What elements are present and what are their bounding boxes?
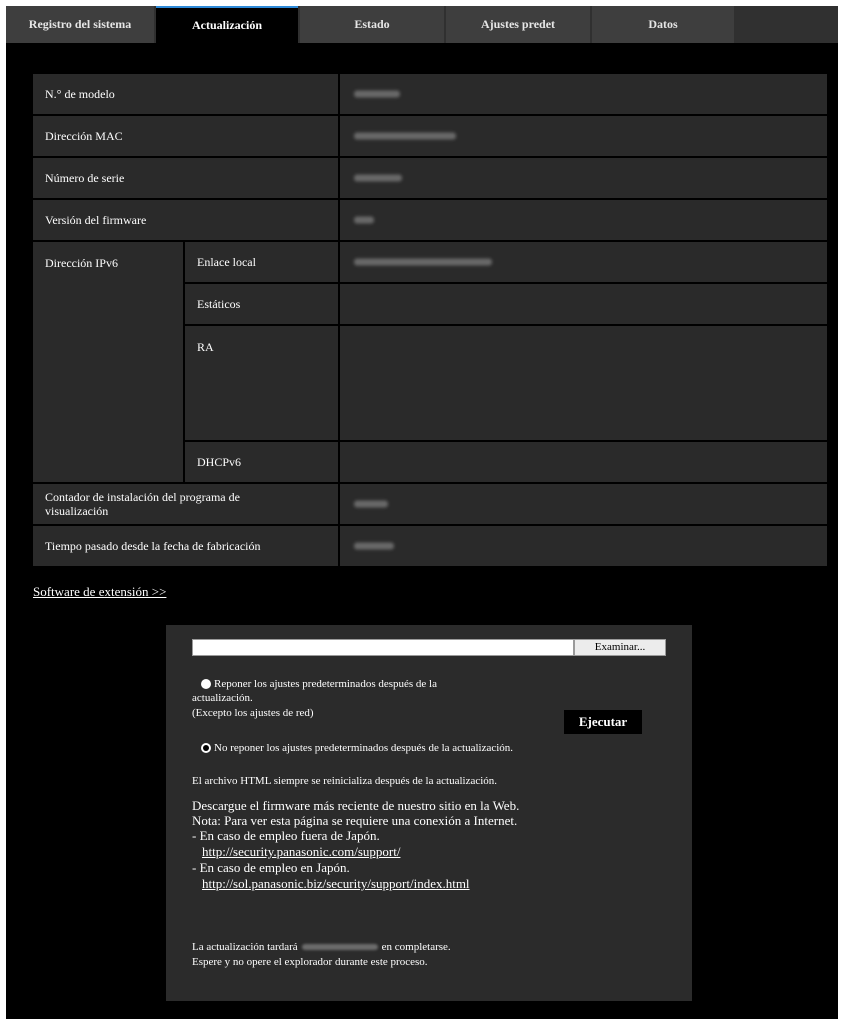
- wait-note: Espere y no opere el explorador durante …: [192, 956, 428, 968]
- reset-option-line1: Reponer los ajustes predeterminados desp…: [214, 678, 437, 690]
- reset-defaults-radio[interactable]: [201, 679, 211, 689]
- tab-data[interactable]: Datos: [592, 6, 734, 43]
- viewer-install-counter-value: [340, 484, 827, 524]
- duration-prefix: La actualización tardará: [192, 941, 298, 953]
- firmware-version-value: [340, 200, 827, 240]
- extension-software-link[interactable]: Software de extensión >>: [33, 584, 166, 600]
- firmware-file-input[interactable]: [192, 639, 574, 656]
- static-label: Estáticos: [185, 284, 338, 324]
- download-note-line2: Nota: Para ver esta página se requiere u…: [192, 813, 518, 828]
- elapsed-time-value: [340, 526, 827, 566]
- ra-value: [340, 326, 827, 440]
- tab-upgrade[interactable]: Actualización: [156, 6, 298, 45]
- no-reset-option-label: No reponer los ajustes predeterminados d…: [214, 742, 514, 754]
- link-local-value: [340, 242, 827, 282]
- execute-button[interactable]: Ejecutar: [564, 710, 642, 734]
- mac-address-value: [340, 116, 827, 156]
- static-value: [340, 284, 827, 324]
- dhcpv6-value: [340, 442, 827, 482]
- link-local-label: Enlace local: [185, 242, 338, 282]
- support-link-japan[interactable]: http://sol.panasonic.biz/security/suppor…: [202, 876, 470, 891]
- tab-status[interactable]: Estado: [300, 6, 444, 43]
- upgrade-duration-note: La actualización tardará en completarse.: [192, 940, 451, 954]
- tab-system-log[interactable]: Registro del sistema: [6, 6, 154, 43]
- tab-bar: Registro del sistema Actualización Estad…: [6, 6, 838, 45]
- ipv6-address-label: Dirección IPv6: [33, 242, 183, 482]
- download-note-line1: Descargue el firmware más reciente de nu…: [192, 798, 520, 813]
- reset-option-line2: actualización.: [192, 692, 253, 704]
- upgrade-panel: Examinar... Reponer los ajustes predeter…: [166, 625, 692, 1001]
- serial-number-value: [340, 158, 827, 198]
- tab-default-reset[interactable]: Ajustes predet: [446, 6, 590, 43]
- duration-suffix: en completarse.: [381, 941, 451, 953]
- no-reset-defaults-radio[interactable]: [201, 743, 211, 753]
- model-number-label: N.° de modelo: [33, 74, 338, 114]
- mac-address-label: Dirección MAC: [33, 116, 338, 156]
- download-note-line4: - En caso de empleo en Japón.: [192, 860, 350, 875]
- ra-label: RA: [185, 326, 338, 440]
- reset-option-line3: (Excepto los ajustes de red): [192, 707, 314, 719]
- browse-button[interactable]: Examinar...: [574, 639, 666, 656]
- download-note-line3: - En caso de empleo fuera de Japón.: [192, 828, 380, 843]
- elapsed-time-label: Tiempo pasado desde la fecha de fabricac…: [33, 526, 338, 566]
- dhcpv6-label: DHCPv6: [185, 442, 338, 482]
- html-reinit-note: El archivo HTML siempre se reinicializa …: [192, 775, 498, 787]
- model-number-value: [340, 74, 827, 114]
- maintenance-page: Registro del sistema Actualización Estad…: [6, 6, 838, 1019]
- duration-value: [301, 944, 378, 951]
- serial-number-label: Número de serie: [33, 158, 338, 198]
- support-link-outside-japan[interactable]: http://security.panasonic.com/support/: [202, 844, 400, 859]
- firmware-version-label: Versión del firmware: [33, 200, 338, 240]
- viewer-install-counter-label: Contador de instalación del programa de …: [33, 484, 338, 524]
